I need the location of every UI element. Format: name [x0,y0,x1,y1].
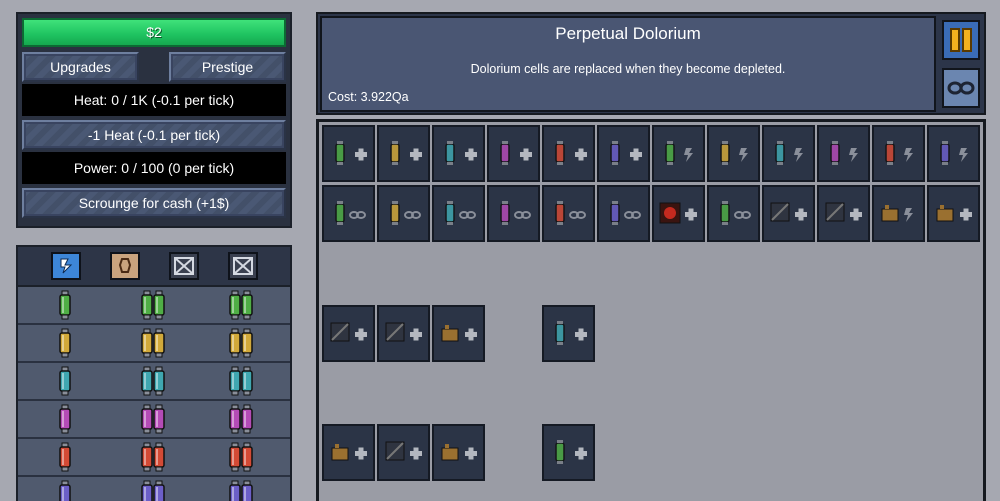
heat-status: Heat: 0 / 1K (-0.1 per tick) [22,84,286,116]
power-status: Power: 0 / 100 (0 per tick) [22,152,286,184]
cell-row [18,477,290,501]
upgrade-tile[interactable] [762,125,815,182]
upgrade-tile[interactable] [872,185,925,242]
vent-heat-button[interactable]: -1 Heat (-0.1 per tick) [22,120,286,150]
upgrade-tile[interactable] [432,125,485,182]
upgrade-tile[interactable] [597,125,650,182]
resources-tab-icon[interactable] [109,252,140,280]
single-cell-part[interactable] [26,328,106,358]
single-cell-part[interactable] [26,366,106,396]
quad-cell-part[interactable] [202,366,282,396]
infinity-icon [947,81,975,95]
locked-tab-icon[interactable] [168,252,199,280]
upgrade-tile[interactable] [597,185,650,242]
upgrade-tile[interactable] [542,305,595,362]
upgrade-tile[interactable] [817,125,870,182]
quad-cell-part[interactable] [202,328,282,358]
cell-row [18,363,290,401]
upgrade-tile[interactable] [652,185,705,242]
dual-cell-part[interactable] [114,442,194,472]
quad-cell-part[interactable] [202,290,282,320]
quad-cell-part[interactable] [202,404,282,434]
upgrade-tile[interactable] [487,185,540,242]
quad-cell-part[interactable] [202,480,282,501]
upgrade-tile[interactable] [707,125,760,182]
upgrade-tile[interactable] [377,185,430,242]
upgrade-description-panel: Perpetual Dolorium Dolorium cells are re… [316,12,986,115]
upgrade-tile[interactable] [322,185,375,242]
upgrade-tile[interactable] [487,125,540,182]
locked-tab-icon[interactable] [227,252,258,280]
dual-cell-part[interactable] [114,328,194,358]
scrounge-button[interactable]: Scrounge for cash (+1$) [22,188,286,218]
upgrade-tile[interactable] [432,424,485,481]
description-box: Perpetual Dolorium Dolorium cells are re… [320,16,936,112]
auto-replace-button[interactable] [942,68,980,108]
upgrade-text: Dolorium cells are replaced when they be… [470,62,786,76]
dual-cell-part[interactable] [114,480,194,501]
upgrade-tile[interactable] [652,125,705,182]
pause-icon [950,28,972,52]
upgrade-tile[interactable] [927,185,980,242]
single-cell-part[interactable] [26,290,106,320]
upgrade-title: Perpetual Dolorium [555,24,701,43]
upgrade-tile[interactable] [927,125,980,182]
parts-panel [16,245,292,501]
upgrade-tile[interactable] [542,125,595,182]
upgrade-tile[interactable] [762,185,815,242]
upgrade-tile[interactable] [707,185,760,242]
upgrade-tile[interactable] [322,305,375,362]
dual-cell-part[interactable] [114,404,194,434]
cell-row [18,287,290,325]
cell-row [18,325,290,363]
parts-tab-bar [18,247,290,287]
upgrade-tile[interactable] [432,185,485,242]
single-cell-part[interactable] [26,480,106,501]
pause-button[interactable] [942,20,980,60]
upgrade-tile[interactable] [817,185,870,242]
dual-cell-part[interactable] [114,366,194,396]
upgrade-grid [316,119,986,501]
upgrade-tile[interactable] [872,125,925,182]
single-cell-part[interactable] [26,404,106,434]
upgrade-tile[interactable] [542,424,595,481]
upgrade-tile[interactable] [322,125,375,182]
money-display: $2 [22,18,286,47]
upgrade-cost: Cost: 3.922Qa [328,90,409,104]
upgrade-tile[interactable] [377,305,430,362]
upgrades-button[interactable]: Upgrades [22,52,139,82]
cells-tab-icon[interactable] [50,252,81,280]
upgrade-tile[interactable] [432,305,485,362]
upgrade-tile[interactable] [322,424,375,481]
cell-list [18,287,290,501]
upgrade-tile[interactable] [377,125,430,182]
prestige-button[interactable]: Prestige [169,52,286,82]
dual-cell-part[interactable] [114,290,194,320]
quad-cell-part[interactable] [202,442,282,472]
cell-row [18,401,290,439]
cell-row [18,439,290,477]
single-cell-part[interactable] [26,442,106,472]
upgrade-tile[interactable] [377,424,430,481]
control-panel: $2 Upgrades Prestige Heat: 0 / 1K (-0.1 … [16,12,292,228]
upgrade-tile[interactable] [542,185,595,242]
